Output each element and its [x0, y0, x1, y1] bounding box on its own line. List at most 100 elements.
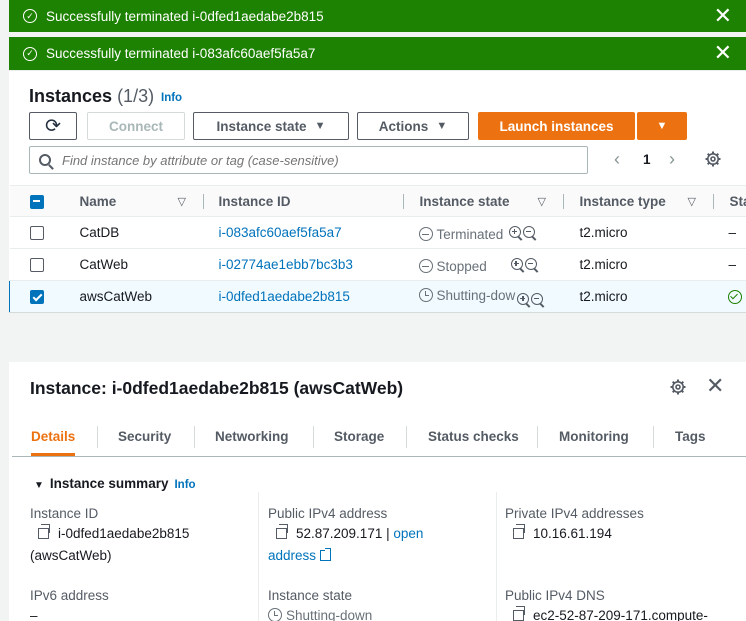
status-check: – [728, 257, 737, 272]
caret-down-icon: ▼ [656, 120, 668, 132]
zoom-in-icon[interactable] [509, 225, 523, 241]
details-tabs: Details Security Networking Storage Stat… [12, 422, 746, 457]
instance-id-label: Instance ID [30, 506, 99, 521]
refresh-button[interactable]: ⟳ [29, 112, 77, 140]
tab-storage[interactable]: Storage [334, 429, 384, 453]
row-checkbox[interactable] [29, 258, 44, 273]
info-link[interactable]: Info [161, 92, 182, 104]
ipv6-label: IPv6 address [30, 588, 109, 603]
state-text: Stopped [436, 258, 487, 274]
stopped-icon [418, 259, 433, 274]
copy-icon[interactable] [513, 524, 525, 539]
instance-name: awsCatWeb [79, 289, 153, 304]
column-label: Instance state [419, 193, 510, 209]
close-icon[interactable]: ✕ [714, 3, 732, 29]
launch-dropdown-button[interactable]: ▼ [637, 112, 687, 140]
zoom-out-icon[interactable] [524, 257, 538, 273]
search-input[interactable] [62, 152, 562, 168]
copy-icon[interactable] [276, 524, 288, 539]
table-row[interactable]: CatDB i-083afc60aef5fa5a7 Terminated t2.… [9, 216, 746, 249]
instance-state-label: Instance state [216, 118, 307, 134]
zoom-in-icon[interactable] [510, 257, 524, 273]
instance-state-button[interactable]: Instance state ▼ [193, 112, 349, 140]
column-label: Name [79, 193, 117, 209]
column-header-instance-state[interactable]: Instance state ▽ [403, 185, 564, 217]
open-address-link[interactable]: address [268, 548, 316, 563]
tab-status-checks[interactable]: Status checks [428, 429, 519, 453]
instance-type: t2.micro [579, 289, 628, 304]
close-icon[interactable]: ✕ [706, 373, 724, 399]
tab-details[interactable]: Details [31, 429, 76, 456]
copy-icon[interactable] [513, 606, 525, 621]
instance-state: Terminated [418, 227, 503, 242]
table-row[interactable]: CatWeb i-02774ae1ebb7bc3b3 Stopped t2.mi… [9, 248, 746, 281]
panel-gap [9, 312, 746, 362]
column-header-name[interactable]: Name ▽ [63, 185, 204, 217]
tab-networking[interactable]: Networking [215, 429, 289, 453]
flash-message: Successfully terminated i-0dfed1aedabe2b… [46, 8, 324, 24]
actions-button[interactable]: Actions ▼ [357, 112, 469, 140]
connect-button[interactable]: Connect [87, 112, 185, 140]
instance-name: CatDB [79, 225, 120, 240]
info-link[interactable]: Info [174, 479, 195, 491]
copy-icon[interactable] [38, 524, 50, 539]
gear-icon[interactable] [705, 151, 721, 167]
previous-page-button[interactable]: ‹ [614, 149, 620, 170]
zoom-out-icon[interactable] [523, 225, 537, 241]
column-header-status[interactable]: Sta [713, 185, 746, 217]
state-text: Shutting-dow [436, 287, 516, 303]
tab-divider [194, 426, 195, 448]
dns-text: ec2-52-87-209-171.compute- [533, 608, 708, 621]
status-check: – [728, 225, 737, 240]
column-header-instance-id[interactable]: Instance ID [203, 185, 404, 217]
flash-message: Successfully terminated i-083afc60aef5fa… [46, 46, 316, 61]
row-checkbox[interactable] [29, 226, 44, 241]
sort-icon[interactable]: ▽ [178, 195, 186, 208]
private-ip-text: 10.16.61.194 [533, 526, 612, 541]
sort-icon[interactable]: ▽ [538, 195, 546, 208]
gear-icon[interactable] [670, 379, 686, 395]
tab-tags[interactable]: Tags [675, 429, 706, 453]
next-page-button[interactable]: › [669, 149, 675, 170]
row-checkbox[interactable] [30, 290, 44, 305]
private-ipv4-value: 10.16.61.194 [505, 523, 612, 545]
sort-icon[interactable]: ▽ [688, 195, 696, 208]
instance-type: t2.micro [579, 225, 628, 240]
table-header-row: Name ▽ Instance ID Instance state ▽ Inst… [9, 185, 746, 217]
instance-name: CatWeb [79, 257, 129, 272]
column-header-instance-type[interactable]: Instance type ▽ [563, 185, 714, 217]
launch-instances-button[interactable]: Launch instances [478, 112, 635, 140]
page-title: Instances (1/3) [29, 86, 154, 107]
instance-id-link[interactable]: i-02774ae1ebb7bc3b3 [219, 257, 353, 272]
open-address-link[interactable]: open [393, 526, 423, 541]
tab-security[interactable]: Security [118, 429, 171, 453]
instance-id-text: i-0dfed1aedabe2b815 [58, 526, 190, 541]
close-icon[interactable]: ✕ [714, 40, 732, 66]
instances-table: Name ▽ Instance ID Instance state ▽ Inst… [9, 185, 746, 313]
tab-divider [537, 426, 538, 448]
tab-monitoring[interactable]: Monitoring [559, 429, 629, 453]
table-row[interactable]: awsCatWeb i-0dfed1aedabe2b815 Shutting-d… [9, 280, 746, 313]
zoom-in-icon[interactable] [517, 292, 531, 308]
column-label: Sta [729, 193, 746, 209]
success-flash: ✓ Successfully terminated i-0dfed1aedabe… [9, 0, 746, 32]
actions-label: Actions [378, 118, 429, 134]
tab-divider [313, 426, 314, 448]
instance-summary-header[interactable]: ▼ Instance summary Info [34, 476, 196, 491]
select-all-cell [9, 185, 64, 217]
page-number[interactable]: 1 [643, 152, 651, 167]
status-ok-icon [727, 290, 742, 305]
instance-id-link[interactable]: i-083afc60aef5fa5a7 [219, 225, 342, 240]
select-all-checkbox[interactable] [29, 194, 44, 209]
zoom-out-icon[interactable] [531, 292, 545, 308]
refresh-icon: ⟳ [45, 115, 61, 137]
column-label: Instance ID [218, 193, 291, 209]
column-divider [258, 492, 259, 621]
instance-id-link[interactable]: i-0dfed1aedabe2b815 [219, 289, 350, 304]
column-label: Instance type [579, 193, 666, 209]
selection-count: (1/3) [117, 86, 155, 106]
external-link-icon[interactable] [320, 548, 332, 561]
pending-clock-icon [418, 288, 433, 303]
caret-down-icon: ▼ [314, 120, 326, 132]
separator: | [386, 526, 390, 541]
